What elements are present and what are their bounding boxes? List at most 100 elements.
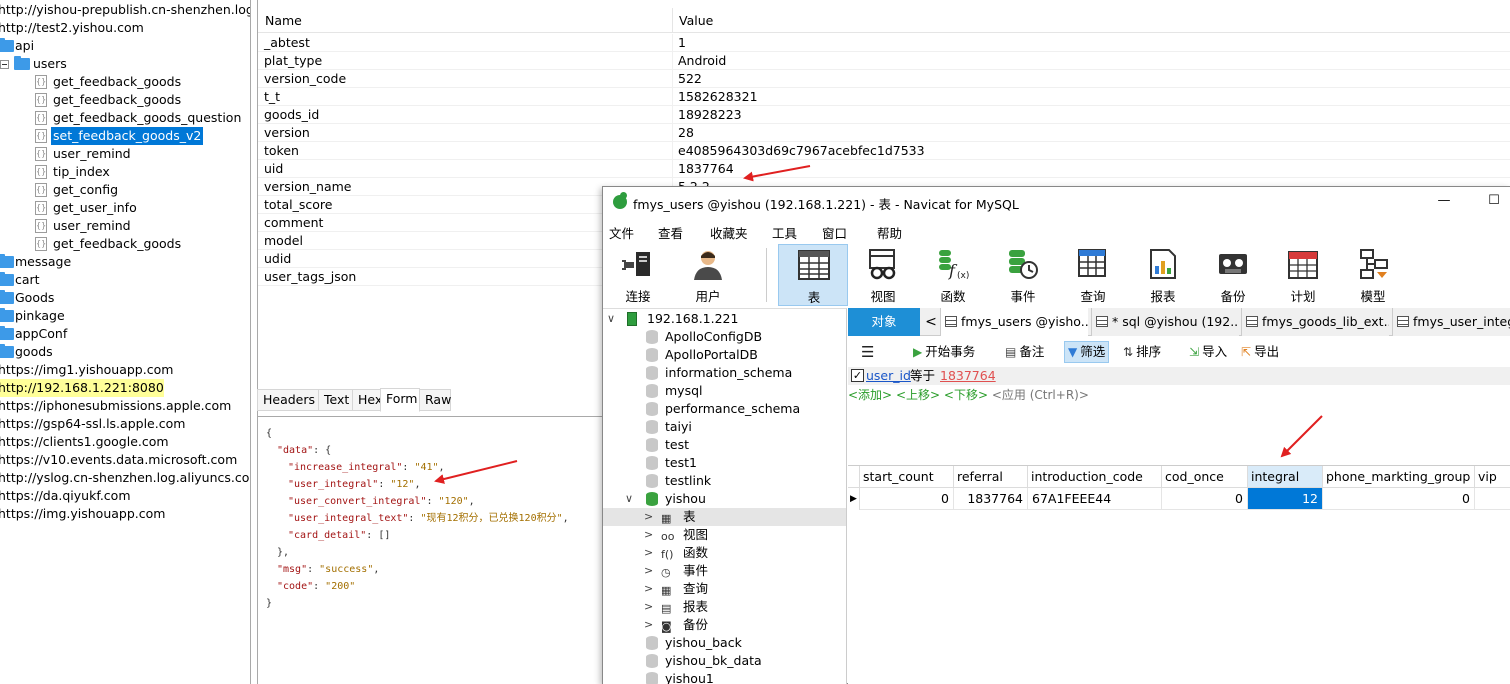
tree-row[interactable]: Goods [0,289,250,307]
toolbar-function-button[interactable]: f (x) 函数 [918,244,988,306]
filter-checkbox[interactable]: ✓ [851,369,864,382]
param-row[interactable]: token e4085964303d69c7967acebfec1d7533 [258,142,1510,160]
tree-row[interactable]: {} get_feedback_goods [0,235,250,253]
chevron-right-icon[interactable]: > [644,598,653,616]
tree-row[interactable]: http://test2.yishou.com [0,19,250,37]
tree-row[interactable]: pinkage [0,307,250,325]
toolbar-plug-button[interactable]: 连接 [603,244,673,306]
chevron-down-icon[interactable]: ∨ [607,310,615,328]
chevron-right-icon[interactable]: > [644,616,653,634]
transaction-button[interactable]: ▶ 开始事务 [910,341,978,363]
tree-row[interactable]: http://yslog.cn-shenzhen.log.aliyuncs.co… [0,469,250,487]
connection-tree-row[interactable]: > ◙ 备份 [603,616,846,634]
object-tab[interactable]: fmys_goods_lib_ext... [1241,308,1389,336]
filter-value[interactable]: 1837764 [940,367,996,385]
tree-row[interactable]: {} user_remind [0,145,250,163]
apply-link[interactable]: <应用 (Ctrl+R)> [992,388,1089,402]
move-up-link[interactable]: <上移> [896,388,940,402]
tree-row[interactable]: {} user_remind [0,217,250,235]
connection-tree-row[interactable]: yishou_bk_data [603,652,846,670]
filter-button[interactable]: ▼ 筛选 [1064,341,1110,363]
menu-item[interactable]: 文件 [609,223,634,242]
menu-item[interactable]: 查看 [658,223,683,242]
connection-tree-row[interactable]: yishou_back [603,634,846,652]
object-tab[interactable]: fmys_user_integra [1392,308,1510,336]
connection-tree-row[interactable]: mysql [603,382,846,400]
menu-item[interactable]: 工具 [772,223,797,242]
maximize-button[interactable]: ☐ [1483,191,1505,211]
chevron-right-icon[interactable]: > [644,562,653,580]
connection-tree-row[interactable]: > ▤ 报表 [603,598,846,616]
tree-row[interactable]: http://yishou-prepublish.cn-shenzhen.log… [0,1,250,19]
tree-row[interactable]: message [0,253,250,271]
tree-row[interactable]: http://192.168.1.221:8080 [0,379,250,397]
param-row[interactable]: goods_id 18928223 [258,106,1510,124]
column-header-cod-once[interactable]: cod_once [1162,466,1248,488]
connection-tree-row[interactable]: > ▦ 表 [603,508,846,526]
connection-tree-row[interactable]: performance_schema [603,400,846,418]
column-header-introduction-code[interactable]: introduction_code [1028,466,1162,488]
chevron-down-icon[interactable]: ∨ [625,490,633,508]
chevron-right-icon[interactable]: > [644,508,653,526]
connection-tree-row[interactable]: ∨ yishou [603,490,846,508]
menu-item[interactable]: 帮助 [877,223,902,242]
filter-field[interactable]: user_id [866,367,911,385]
menu-button[interactable]: ☰ [858,341,880,363]
tree-row[interactable]: goods [0,343,250,361]
grid-cell[interactable]: 0 [1162,488,1248,510]
import-button[interactable]: ⇲ 导入 [1186,341,1230,363]
session-tree[interactable]: http://yishou-prepublish.cn-shenzhen.log… [0,0,251,684]
header-value[interactable]: Value [679,13,713,28]
menu-item[interactable]: 窗口 [822,223,847,242]
header-name[interactable]: Name [265,13,302,28]
column-header-referral[interactable]: referral [954,466,1028,488]
grid-cell[interactable]: 1837764 [954,488,1028,510]
tree-row[interactable]: https://clients1.google.com [0,433,250,451]
grid-cell[interactable]: 12 [1248,488,1323,510]
grid-cell[interactable]: 0 [1323,488,1475,510]
add-link[interactable]: <添加> [848,388,892,402]
inspector-tab-form[interactable]: Form [380,388,420,412]
connection-tree-row[interactable]: ApolloPortalDB [603,346,846,364]
toolbar-query-button[interactable]: 查询 [1058,244,1128,306]
tree-row[interactable]: appConf [0,325,250,343]
inspector-tab-raw[interactable]: Raw [419,389,451,411]
column-header-phone-markting-group[interactable]: phone_markting_group [1323,466,1475,488]
tree-row[interactable]: {} get_feedback_goods [0,91,250,109]
connection-tree-row[interactable]: test [603,436,846,454]
tree-row[interactable]: cart [0,271,250,289]
connection-tree-row[interactable]: ApolloConfigDB [603,328,846,346]
connection-tree-row[interactable]: ∨ 192.168.1.221 [603,310,846,328]
minimize-button[interactable]: — [1433,191,1455,211]
param-row[interactable]: version_code 522 [258,70,1510,88]
toolbar-view-button[interactable]: 视图 [848,244,918,306]
tree-row[interactable]: https://da.qiyukf.com [0,487,250,505]
inspector-tab-hex[interactable]: Hex [352,389,382,411]
toolbar-model-button[interactable]: 模型 [1338,244,1408,306]
tree-row[interactable]: {} tip_index [0,163,250,181]
toolbar-user-button[interactable]: 用户 [673,244,743,306]
filter-operator[interactable]: 等于 [910,367,935,385]
tree-row[interactable]: {} get_feedback_goods_question [0,109,250,127]
connection-tree[interactable]: ∨ 192.168.1.221 ApolloConfigDB ApolloPortal… [603,308,847,684]
tree-row[interactable]: users [0,55,250,73]
grid-cell[interactable] [1475,488,1510,510]
tabs-scroll-left-button[interactable]: < [924,308,938,336]
move-down-link[interactable]: <下移> [944,388,988,402]
column-header-vip[interactable]: vip [1475,466,1510,488]
tree-row[interactable]: https://gsp64-ssl.ls.apple.com [0,415,250,433]
chevron-right-icon[interactable]: > [644,526,653,544]
tree-row[interactable]: api [0,37,250,55]
connection-tree-row[interactable]: > f() 函数 [603,544,846,562]
tree-row[interactable]: https://img.yishouapp.com [0,505,250,523]
connection-tree-row[interactable]: yishou1 [603,670,846,684]
toolbar-event-button[interactable]: 事件 [988,244,1058,306]
connection-tree-row[interactable]: taiyi [603,418,846,436]
column-header-integral[interactable]: integral [1248,466,1323,488]
param-row[interactable]: _abtest 1 [258,34,1510,52]
tree-row[interactable]: {} get_config [0,181,250,199]
toolbar-table-button[interactable]: 表 [778,244,848,306]
connection-tree-row[interactable]: > oo 视图 [603,526,846,544]
collapse-icon[interactable] [0,60,9,69]
menu-item[interactable]: 收藏夹 [710,223,748,242]
